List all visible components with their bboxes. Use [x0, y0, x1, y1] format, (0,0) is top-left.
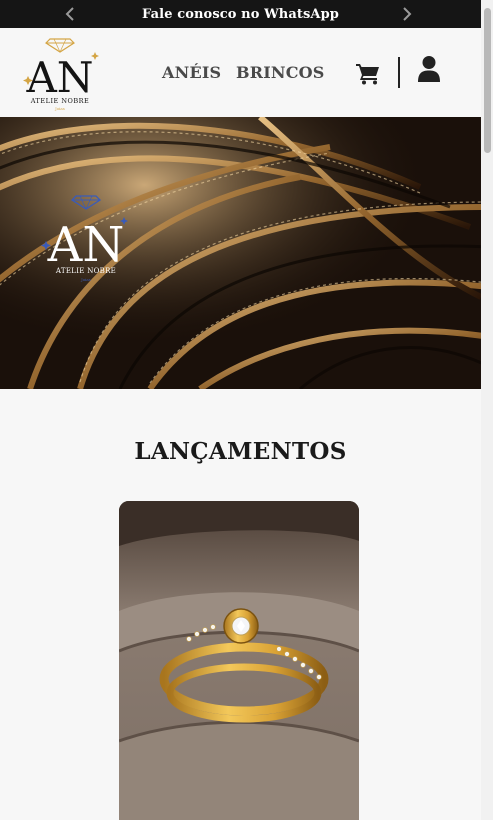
cart-icon[interactable]: [355, 61, 381, 85]
hero-banner[interactable]: AN ATELIE NOBRE Joias: [0, 117, 481, 389]
chevron-right-icon[interactable]: [400, 5, 414, 23]
brand-name: ATELIE NOBRE: [30, 97, 90, 105]
nav-link-aneis[interactable]: ANÉIS: [162, 63, 221, 82]
product-ring-image: [119, 501, 359, 820]
announcement-bar: Fale conosco no WhatsApp: [0, 0, 481, 28]
brand-logo[interactable]: AN ATELIE NOBRE Joias: [18, 32, 102, 114]
chevron-left-icon[interactable]: [63, 5, 77, 23]
user-icon[interactable]: [416, 55, 442, 83]
hero-brand-name: ATELIE NOBRE: [55, 267, 116, 275]
launches-heading: LANÇAMENTOS: [134, 438, 347, 465]
brand-tagline: Joias: [54, 106, 65, 111]
diamond-icon: [45, 38, 75, 53]
hero-monogram: AN: [47, 217, 125, 273]
hero-brand-tagline: Joias: [80, 277, 91, 282]
site-header: AN ATELIE NOBRE Joias ANÉIS BRINCOS: [0, 28, 481, 117]
diamond-icon: [70, 195, 102, 210]
page-scrollbar[interactable]: [481, 0, 493, 820]
whatsapp-contact-link[interactable]: Fale conosco no WhatsApp: [142, 7, 339, 22]
nav-link-brincos[interactable]: BRINCOS: [236, 63, 325, 82]
hero-brand-logo: AN ATELIE NOBRE Joias: [38, 193, 134, 285]
product-card[interactable]: [119, 501, 359, 820]
brand-monogram: AN: [25, 53, 93, 102]
scrollbar-thumb[interactable]: [484, 8, 491, 153]
header-divider: [398, 57, 400, 88]
